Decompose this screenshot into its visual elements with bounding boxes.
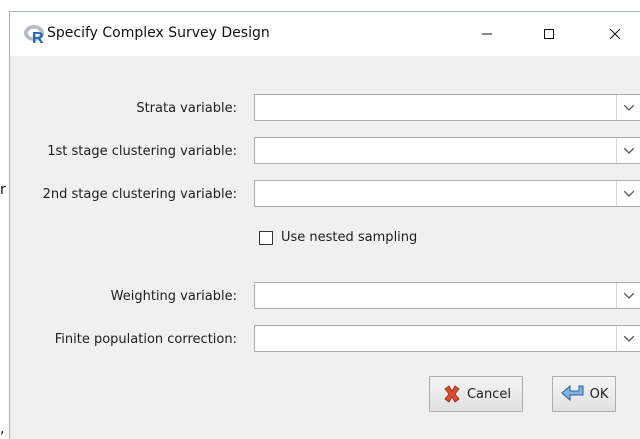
cancel-label: Cancel xyxy=(466,386,512,402)
strata-variable-label: Strata variable: xyxy=(136,101,237,116)
stray-text-top: r xyxy=(0,182,6,198)
svg-text:R: R xyxy=(32,30,44,45)
weighting-variable-label: Weighting variable: xyxy=(110,289,237,304)
ok-button[interactable]: OK xyxy=(552,376,616,412)
second-stage-clustering-combo[interactable] xyxy=(254,180,640,207)
strata-variable-combo[interactable] xyxy=(254,94,640,121)
chevron-down-icon[interactable] xyxy=(616,326,640,351)
cancel-x-icon xyxy=(441,383,463,405)
nested-sampling-checkbox[interactable] xyxy=(259,230,273,245)
first-stage-clustering-label: 1st stage clustering variable: xyxy=(47,144,237,159)
nested-sampling-option[interactable]: Use nested sampling xyxy=(259,230,417,245)
minimize-icon xyxy=(482,33,492,35)
chevron-down-icon[interactable] xyxy=(616,138,640,163)
chevron-down-icon[interactable] xyxy=(616,95,640,120)
window-title: Specify Complex Survey Design xyxy=(47,25,270,41)
close-button[interactable] xyxy=(592,12,638,56)
finite-population-correction-label: Finite population correction: xyxy=(54,332,237,347)
cancel-button[interactable]: Cancel xyxy=(429,376,523,412)
finite-population-correction-combo[interactable] xyxy=(254,325,640,352)
stray-text-bottom: , xyxy=(0,421,5,437)
maximize-button[interactable] xyxy=(526,12,572,56)
second-stage-clustering-label: 2nd stage clustering variable: xyxy=(42,187,237,202)
title-bar[interactable]: R Specify Complex Survey Design xyxy=(10,12,640,56)
ok-arrow-icon xyxy=(560,383,586,405)
chevron-down-icon[interactable] xyxy=(616,181,640,206)
maximize-icon xyxy=(544,29,554,39)
weighting-variable-combo[interactable] xyxy=(254,282,640,309)
minimize-button[interactable] xyxy=(464,12,510,56)
ok-label: OK xyxy=(589,386,609,402)
r-logo-icon: R xyxy=(24,25,44,45)
first-stage-clustering-combo[interactable] xyxy=(254,137,640,164)
close-icon xyxy=(610,29,620,39)
dialog-window: R Specify Complex Survey Design Strata v… xyxy=(9,11,640,439)
chevron-down-icon[interactable] xyxy=(616,283,640,308)
nested-sampling-label: Use nested sampling xyxy=(281,230,418,245)
